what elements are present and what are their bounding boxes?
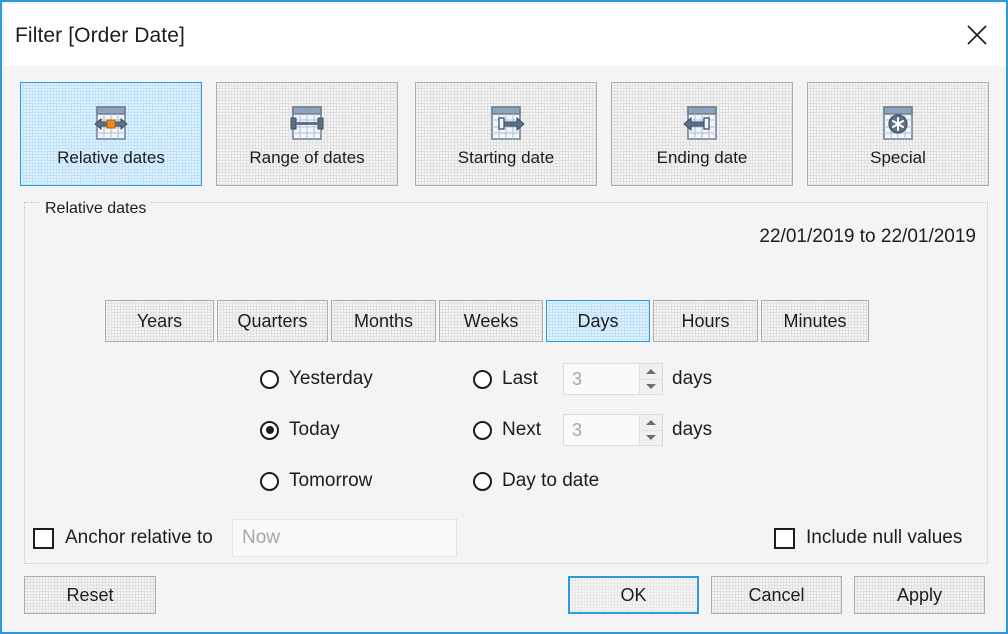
close-button[interactable] xyxy=(952,10,1002,60)
mode-label: Relative dates xyxy=(57,148,165,168)
next-days-unit: days xyxy=(672,419,712,441)
period-button-minutes[interactable]: Minutes xyxy=(761,300,869,342)
next-days-value[interactable]: 3 xyxy=(564,415,639,445)
calendar-start-icon xyxy=(484,101,528,145)
radio-option-day-to-date[interactable]: Day to date xyxy=(473,470,599,492)
mode-label: Range of dates xyxy=(249,148,364,168)
mode-label: Special xyxy=(870,148,926,168)
stepper-up-icon[interactable] xyxy=(640,415,662,431)
period-button-quarters[interactable]: Quarters xyxy=(217,300,328,342)
groupbox-title: Relative dates xyxy=(40,200,151,218)
last-days-value[interactable]: 3 xyxy=(564,364,639,394)
reset-button[interactable]: Reset xyxy=(24,576,156,614)
stepper-up-icon[interactable] xyxy=(640,364,662,380)
calendar-range-icon xyxy=(285,101,329,145)
mode-button-relative-dates[interactable]: Relative dates xyxy=(20,82,202,186)
close-icon xyxy=(965,23,989,47)
radio-indicator xyxy=(473,421,492,440)
dialog-title: Filter [Order Date] xyxy=(15,24,185,48)
radio-label: Day to date xyxy=(502,470,599,492)
anchor-input[interactable]: Now xyxy=(232,519,457,557)
stepper-arrows[interactable] xyxy=(639,364,662,394)
calendar-end-icon xyxy=(680,101,724,145)
radio-label: Today xyxy=(289,419,340,441)
period-label: Days xyxy=(577,311,618,332)
radio-label: Next xyxy=(502,419,541,441)
mode-button-starting-date[interactable]: Starting date xyxy=(415,82,597,186)
radio-option-last[interactable]: Last xyxy=(473,368,538,390)
radio-option-yesterday[interactable]: Yesterday xyxy=(260,368,373,390)
period-button-days[interactable]: Days xyxy=(546,300,650,342)
anchor-input-placeholder: Now xyxy=(242,527,280,549)
date-range-summary: 22/01/2019 to 22/01/2019 xyxy=(759,226,976,248)
period-button-weeks[interactable]: Weeks xyxy=(439,300,543,342)
period-button-years[interactable]: Years xyxy=(105,300,214,342)
mode-button-ending-date[interactable]: Ending date xyxy=(611,82,793,186)
filter-mode-strip: Relative dates xyxy=(4,66,1008,190)
mode-button-range-of-dates[interactable]: Range of dates xyxy=(216,82,398,186)
title-bar: Filter [Order Date] xyxy=(4,4,1008,66)
checkbox-label: Anchor relative to xyxy=(65,527,213,549)
period-label: Hours xyxy=(681,311,729,332)
button-label: Cancel xyxy=(748,585,804,606)
radio-option-tomorrow[interactable]: Tomorrow xyxy=(260,470,372,492)
checkbox-label: Include null values xyxy=(806,527,962,549)
apply-button[interactable]: Apply xyxy=(854,576,985,614)
last-days-unit: days xyxy=(672,368,712,390)
stepper-down-icon[interactable] xyxy=(640,431,662,446)
ok-button[interactable]: OK xyxy=(568,576,699,614)
stepper-arrows[interactable] xyxy=(639,415,662,445)
button-label: Reset xyxy=(66,585,113,606)
radio-option-next[interactable]: Next xyxy=(473,419,541,441)
radio-label: Yesterday xyxy=(289,368,373,390)
checkbox-indicator xyxy=(33,528,54,549)
radio-option-today[interactable]: Today xyxy=(260,419,340,441)
calendar-relative-icon xyxy=(89,101,133,145)
filter-dialog: Filter [Order Date] xyxy=(0,0,1008,634)
period-label: Quarters xyxy=(237,311,307,332)
period-label: Months xyxy=(354,311,413,332)
mode-button-special[interactable]: Special xyxy=(807,82,989,186)
radio-indicator xyxy=(260,472,279,491)
button-label: Apply xyxy=(897,585,942,606)
mode-label: Ending date xyxy=(657,148,748,168)
period-button-months[interactable]: Months xyxy=(331,300,436,342)
radio-indicator xyxy=(260,370,279,389)
period-button-hours[interactable]: Hours xyxy=(653,300,758,342)
period-label: Years xyxy=(137,311,182,332)
next-days-stepper[interactable]: 3 xyxy=(563,414,663,446)
radio-label: Tomorrow xyxy=(289,470,372,492)
radio-label: Last xyxy=(502,368,538,390)
mode-label: Starting date xyxy=(458,148,554,168)
button-label: OK xyxy=(620,585,646,606)
anchor-relative-to-checkbox[interactable]: Anchor relative to xyxy=(33,527,213,549)
period-label: Weeks xyxy=(464,311,519,332)
radio-indicator xyxy=(473,370,492,389)
radio-indicator xyxy=(260,421,279,440)
calendar-special-icon xyxy=(876,101,920,145)
include-null-values-checkbox[interactable]: Include null values xyxy=(774,527,962,549)
stepper-down-icon[interactable] xyxy=(640,380,662,395)
period-label: Minutes xyxy=(783,311,846,332)
last-days-stepper[interactable]: 3 xyxy=(563,363,663,395)
checkbox-indicator xyxy=(774,528,795,549)
radio-indicator xyxy=(473,472,492,491)
cancel-button[interactable]: Cancel xyxy=(711,576,842,614)
